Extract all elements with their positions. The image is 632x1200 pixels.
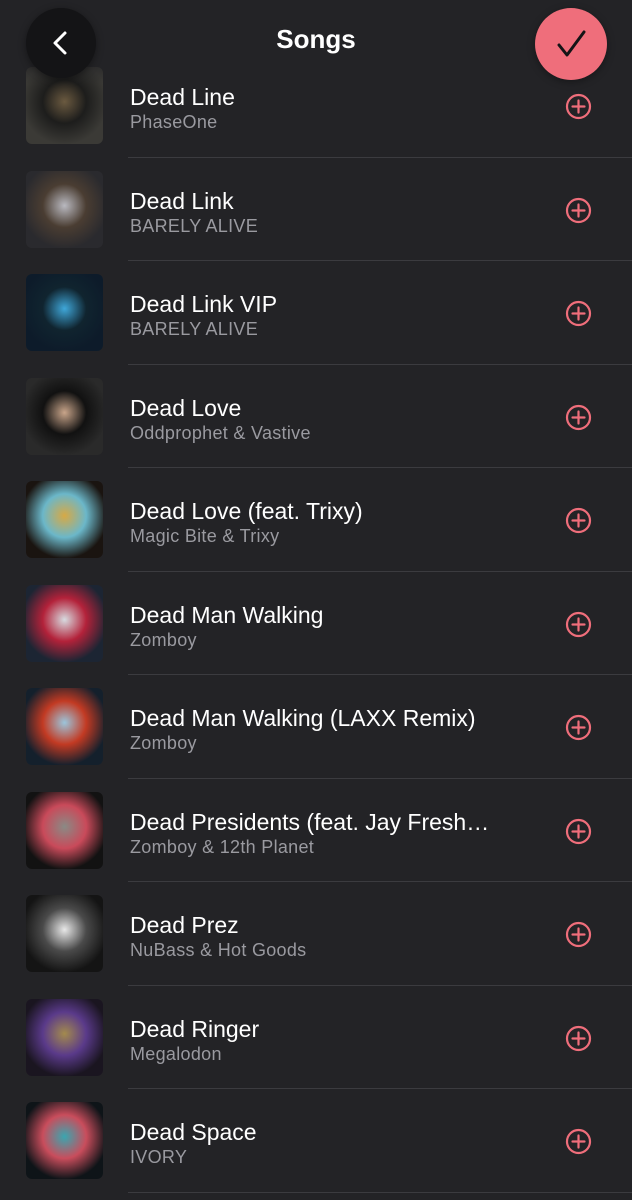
song-row[interactable]: Dead Man Walking Zomboy <box>0 572 632 675</box>
song-row[interactable]: Dead Presidents (feat. Jay Fresh… Zomboy … <box>0 779 632 882</box>
add-song-button[interactable] <box>565 1025 592 1052</box>
add-song-button[interactable] <box>565 818 592 845</box>
song-artist: PhaseOne <box>130 112 218 132</box>
album-art <box>26 377 103 455</box>
song-row[interactable]: Dead Man Walking (LAXX Remix) Zomboy <box>0 675 632 779</box>
song-title: Dead Man Walking (LAXX Remix) <box>130 705 476 731</box>
song-row[interactable]: Dead Love (feat. Trixy) Magic Bite & Trix… <box>0 468 632 572</box>
song-row[interactable]: Dead Link BARELY ALIVE <box>0 158 632 261</box>
song-artist: Megalodon <box>130 1043 222 1064</box>
add-song-button[interactable] <box>565 197 592 224</box>
add-song-button[interactable] <box>565 93 592 120</box>
add-song-button[interactable] <box>565 611 592 638</box>
song-artist: Zomboy & 12th Planet <box>130 836 315 857</box>
song-title: Dead Link VIP <box>130 291 278 317</box>
song-row[interactable]: Dead Link VIP BARELY ALIVE <box>0 261 632 365</box>
row-divider <box>128 1191 632 1193</box>
song-row[interactable]: Dead Prez NuBass & Hot Goods <box>0 882 632 986</box>
checkmark-icon <box>557 30 586 57</box>
song-title: Dead Prez <box>130 912 239 938</box>
plus-circle-icon <box>565 611 592 637</box>
plus-circle-icon <box>565 1025 592 1051</box>
song-title: Dead Man Walking <box>130 601 324 628</box>
song-title: Dead Link <box>130 187 234 214</box>
song-artist: Oddprophet & Vastive <box>130 422 311 443</box>
song-artist: BARELY ALIVE <box>130 215 259 236</box>
album-art <box>26 1102 103 1179</box>
song-artist: NuBass & Hot Goods <box>130 940 307 960</box>
song-list: Dead Line PhaseOne Dead Link BARELY ALIVE De… <box>0 54 632 1193</box>
song-title: Dead Space <box>130 1119 257 1145</box>
add-song-button[interactable] <box>565 1128 592 1155</box>
plus-circle-icon <box>565 197 592 223</box>
add-song-button[interactable] <box>565 507 592 534</box>
song-title: Dead Love <box>130 394 242 421</box>
song-artist: Zomboy <box>130 733 197 753</box>
plus-circle-icon <box>565 507 592 534</box>
album-art <box>26 481 103 558</box>
album-art <box>26 895 103 972</box>
song-title: Dead Ringer <box>130 1015 260 1042</box>
add-song-button[interactable] <box>565 300 592 327</box>
add-song-button[interactable] <box>565 921 592 948</box>
plus-circle-icon <box>565 818 592 844</box>
song-title: Dead Love (feat. Trixy) <box>130 498 363 524</box>
plus-circle-icon <box>565 300 592 327</box>
add-song-button[interactable] <box>565 404 592 431</box>
plus-circle-icon <box>565 404 592 430</box>
song-artist: Zomboy <box>130 629 197 650</box>
album-art <box>26 274 103 351</box>
song-row[interactable]: Dead Love Oddprophet & Vastive <box>0 365 632 468</box>
song-artist: IVORY <box>130 1147 188 1167</box>
song-title: Dead Line <box>130 84 235 110</box>
album-art <box>26 791 103 869</box>
header: Songs <box>0 0 632 84</box>
album-art <box>26 170 103 248</box>
plus-circle-icon <box>565 93 592 120</box>
done-button[interactable] <box>535 8 607 80</box>
album-art <box>26 688 103 765</box>
album-art <box>26 584 103 662</box>
plus-circle-icon <box>565 921 592 948</box>
song-artist: BARELY ALIVE <box>130 319 259 339</box>
song-row[interactable]: Dead Space IVORY <box>0 1089 632 1193</box>
add-song-button[interactable] <box>565 714 592 741</box>
album-art <box>26 998 103 1076</box>
song-row[interactable]: Dead Ringer Megalodon <box>0 986 632 1089</box>
plus-circle-icon <box>565 714 592 741</box>
song-artist: Magic Bite & Trixy <box>130 526 280 546</box>
plus-circle-icon <box>565 1128 592 1155</box>
song-title: Dead Presidents (feat. Jay Fresh… <box>130 808 490 835</box>
